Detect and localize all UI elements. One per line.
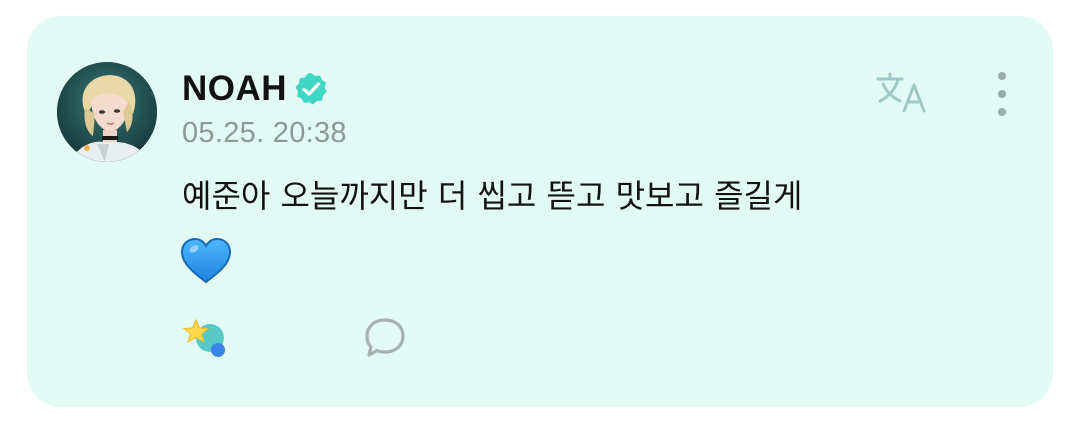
avatar-image: [57, 62, 157, 162]
post-message: 예준아 오늘까지만 더 씹고 뜯고 맛보고 즐길게: [182, 177, 803, 215]
star-reaction-icon: [182, 318, 225, 357]
verified-badge-icon: [293, 71, 329, 107]
comment-button[interactable]: [359, 314, 411, 364]
reaction-button[interactable]: [180, 316, 232, 362]
comment-bubble-icon: [365, 318, 405, 357]
avatar[interactable]: [57, 62, 157, 162]
post-card: NOAH 05.25. 20:38 예준아 오늘까지만 더 씹고 뜯고 맛보고 …: [27, 16, 1053, 407]
more-options-button[interactable]: [987, 70, 1017, 120]
author-name[interactable]: NOAH: [182, 69, 287, 109]
blue-heart-emoji: [179, 236, 233, 286]
translate-icon: [876, 72, 926, 113]
author-row: NOAH: [182, 68, 329, 110]
translate-button[interactable]: [872, 69, 932, 117]
post-timestamp: 05.25. 20:38: [182, 117, 347, 149]
more-vertical-icon: [998, 72, 1006, 116]
